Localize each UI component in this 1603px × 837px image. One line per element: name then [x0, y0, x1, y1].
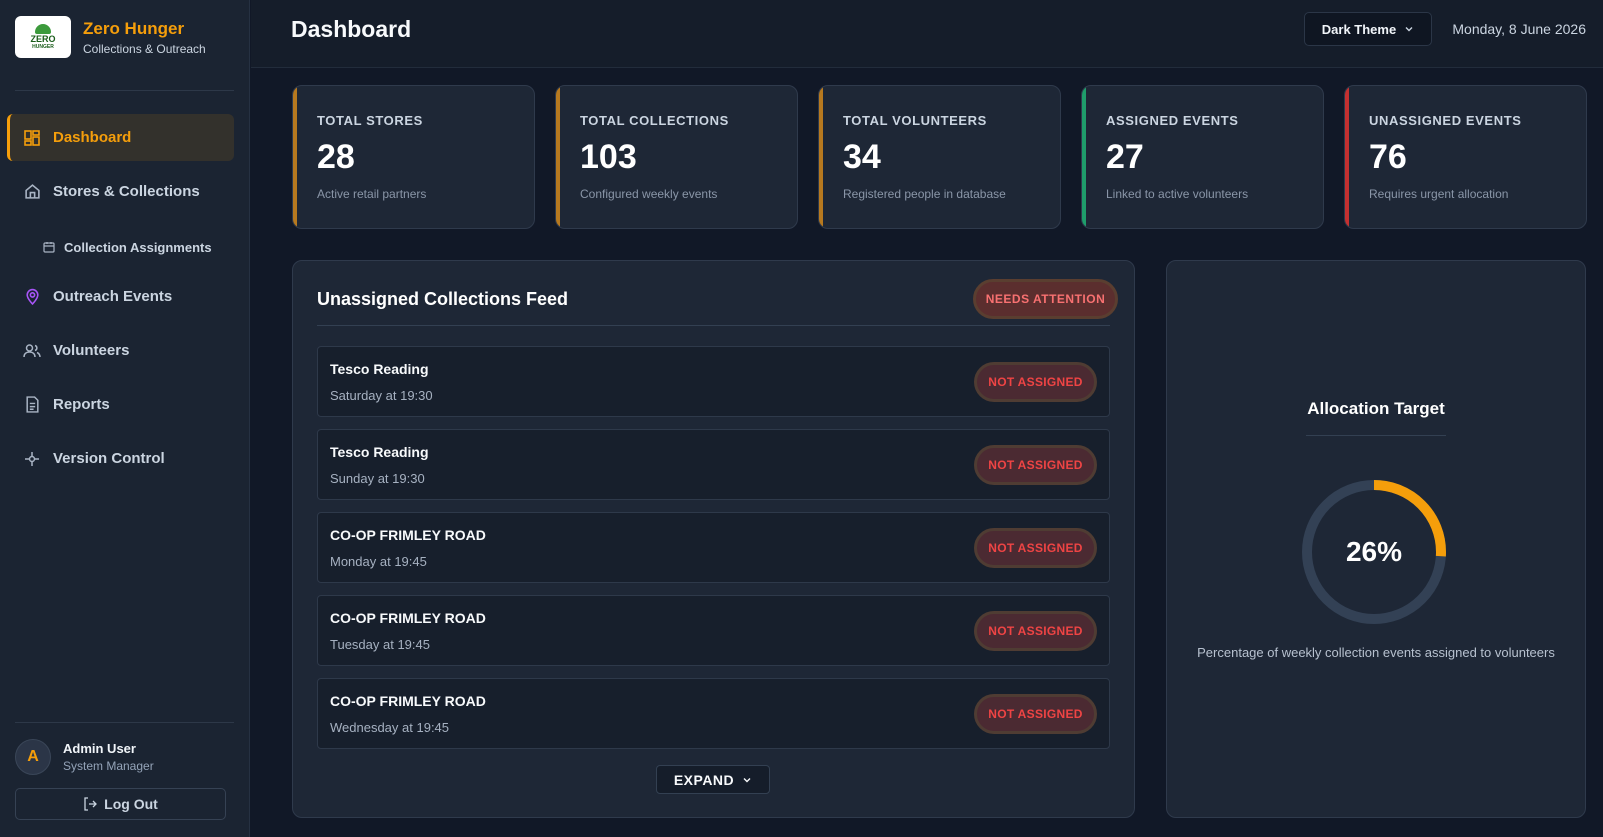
top-header: Dashboard Dark Theme Monday, 8 June 2026	[251, 0, 1603, 68]
collection-time: Monday at 19:45	[330, 554, 427, 569]
collection-time: Tuesday at 19:45	[330, 637, 430, 652]
stat-label: TOTAL COLLECTIONS	[580, 113, 729, 128]
stat-description: Requires urgent allocation	[1369, 187, 1509, 201]
theme-select[interactable]: Dark Theme	[1304, 12, 1432, 46]
stat-card-total-stores: TOTAL STORES 28 Active retail partners	[292, 85, 535, 229]
stat-value: 103	[580, 138, 637, 176]
zero-hunger-logo: ZERO HUNGER	[15, 16, 71, 58]
sidebar-divider	[15, 90, 234, 91]
status-badge: NOT ASSIGNED	[974, 445, 1097, 485]
sidebar-item-label: Dashboard	[53, 129, 132, 146]
grid-icon	[23, 129, 41, 147]
sidebar-item-collection-assignments[interactable]: Collection Assignments	[7, 231, 234, 263]
user-name: Admin User	[63, 741, 136, 756]
allocation-caption: Percentage of weekly collection events a…	[1197, 645, 1555, 660]
chevron-down-icon	[743, 777, 751, 782]
home-icon	[23, 183, 41, 201]
stat-card-total-volunteers: TOTAL VOLUNTEERS 34 Registered people in…	[818, 85, 1061, 229]
brand[interactable]: ZERO HUNGER Zero Hunger Collections & Ou…	[15, 16, 206, 58]
store-name: CO-OP FRIMLEY ROAD	[330, 693, 486, 709]
sidebar-item-label: Volunteers	[53, 342, 130, 359]
list-item[interactable]: CO-OP FRIMLEY ROAD Tuesday at 19:45 NOT …	[317, 595, 1110, 666]
store-name: Tesco Reading	[330, 361, 429, 377]
stat-label: UNASSIGNED EVENTS	[1369, 113, 1522, 128]
stat-label: ASSIGNED EVENTS	[1106, 113, 1239, 128]
list-item[interactable]: CO-OP FRIMLEY ROAD Monday at 19:45 NOT A…	[317, 512, 1110, 583]
sidebar-item-stores-collections[interactable]: Stores & Collections	[7, 168, 234, 215]
brand-subtitle: Collections & Outreach	[83, 41, 206, 56]
avatar: A	[15, 739, 51, 775]
user-profile: A Admin User System Manager	[15, 739, 154, 775]
feed-divider	[317, 325, 1110, 326]
brand-name: Zero Hunger	[83, 18, 185, 38]
allocation-target-panel: Allocation Target 26% Percentage of week…	[1166, 260, 1586, 818]
current-date: Monday, 8 June 2026	[1452, 21, 1586, 37]
map-pin-icon	[23, 288, 41, 306]
file-icon	[23, 396, 41, 414]
feed-title: Unassigned Collections Feed	[317, 289, 569, 309]
stat-value: 28	[317, 138, 355, 176]
stat-description: Linked to active volunteers	[1106, 187, 1249, 201]
list-item[interactable]: Tesco Reading Saturday at 19:30 NOT ASSI…	[317, 346, 1110, 417]
status-badge: NOT ASSIGNED	[974, 611, 1097, 651]
sidebar-item-label: Stores & Collections	[53, 183, 200, 200]
sidebar-item-label: Outreach Events	[53, 288, 173, 305]
sidebar-item-reports[interactable]: Reports	[7, 381, 234, 428]
stat-value: 76	[1369, 138, 1407, 176]
stat-card-assigned-events: ASSIGNED EVENTS 27 Linked to active volu…	[1081, 85, 1324, 229]
git-commit-icon	[23, 450, 41, 468]
sidebar-item-label: Version Control	[53, 450, 165, 467]
stat-description: Configured weekly events	[580, 187, 718, 201]
allocation-percent: 26%	[1345, 536, 1403, 567]
expand-button[interactable]: EXPAND	[656, 765, 770, 794]
status-badge: NOT ASSIGNED	[974, 362, 1097, 402]
allocation-title: Allocation Target	[1307, 399, 1445, 418]
collection-time: Wednesday at 19:45	[330, 720, 450, 735]
stat-label: TOTAL STORES	[317, 113, 423, 128]
collection-time: Sunday at 19:30	[330, 471, 425, 486]
sidebar: ZERO HUNGER Zero Hunger Collections & Ou…	[0, 0, 250, 837]
stat-value: 34	[843, 138, 881, 176]
log-out-button[interactable]: Log Out	[15, 788, 226, 820]
sidebar-item-label: Reports	[53, 396, 110, 413]
unassigned-collections-feed: Unassigned Collections Feed NEEDS ATTENT…	[292, 260, 1135, 818]
page-title: Dashboard	[291, 16, 412, 42]
stat-card-total-collections: TOTAL COLLECTIONS 103 Configured weekly …	[555, 85, 798, 229]
sidebar-divider	[15, 722, 234, 723]
sidebar-item-dashboard[interactable]: Dashboard	[7, 114, 234, 161]
store-name: CO-OP FRIMLEY ROAD	[330, 527, 486, 543]
sidebar-item-label: Collection Assignments	[64, 239, 212, 255]
users-icon	[23, 342, 41, 360]
sidebar-item-version-control[interactable]: Version Control	[7, 435, 234, 482]
theme-select-value: Dark Theme	[1321, 21, 1397, 37]
log-out-icon	[84, 797, 98, 811]
stat-description: Active retail partners	[317, 187, 427, 201]
stat-value: 27	[1106, 138, 1144, 176]
calendar-icon	[43, 241, 55, 253]
needs-attention-badge: NEEDS ATTENTION	[973, 279, 1118, 319]
stat-label: TOTAL VOLUNTEERS	[843, 113, 987, 128]
stat-description: Registered people in database	[843, 187, 1006, 201]
allocation-divider	[1306, 435, 1446, 436]
chevron-down-icon	[1405, 27, 1413, 32]
status-badge: NOT ASSIGNED	[974, 694, 1097, 734]
list-item[interactable]: CO-OP FRIMLEY ROAD Wednesday at 19:45 NO…	[317, 678, 1110, 749]
store-name: CO-OP FRIMLEY ROAD	[330, 610, 486, 626]
sidebar-item-outreach-events[interactable]: Outreach Events	[7, 273, 234, 320]
log-out-label: Log Out	[104, 796, 158, 812]
user-role: System Manager	[63, 759, 154, 773]
list-item[interactable]: Tesco Reading Sunday at 19:30 NOT ASSIGN…	[317, 429, 1110, 500]
store-name: Tesco Reading	[330, 444, 429, 460]
stat-card-unassigned-events: UNASSIGNED EVENTS 76 Requires urgent all…	[1344, 85, 1587, 229]
collection-time: Saturday at 19:30	[330, 388, 433, 403]
expand-label: EXPAND	[673, 771, 735, 788]
sidebar-item-volunteers[interactable]: Volunteers	[7, 327, 234, 374]
status-badge: NOT ASSIGNED	[974, 528, 1097, 568]
